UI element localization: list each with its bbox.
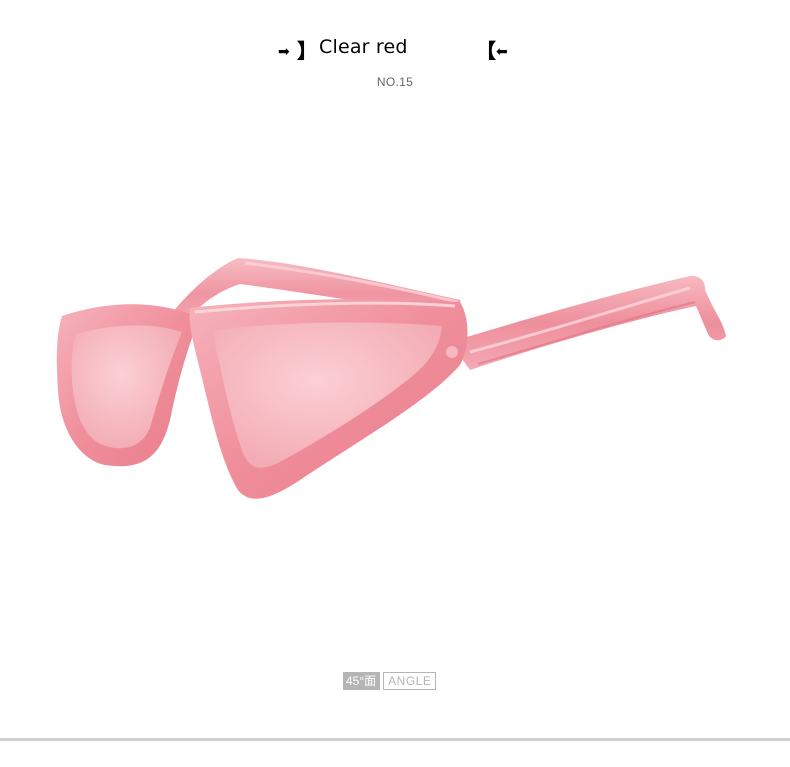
- sunglasses-image: [56, 258, 726, 499]
- angle-badge: 45°面 ANGLE: [343, 672, 437, 690]
- bottom-divider: [0, 738, 790, 741]
- near-temple: [450, 275, 726, 370]
- far-lens: [56, 304, 200, 467]
- angle-degree: 45°面: [343, 672, 381, 690]
- angle-label: ANGLE: [383, 672, 437, 690]
- near-frame: [189, 299, 468, 499]
